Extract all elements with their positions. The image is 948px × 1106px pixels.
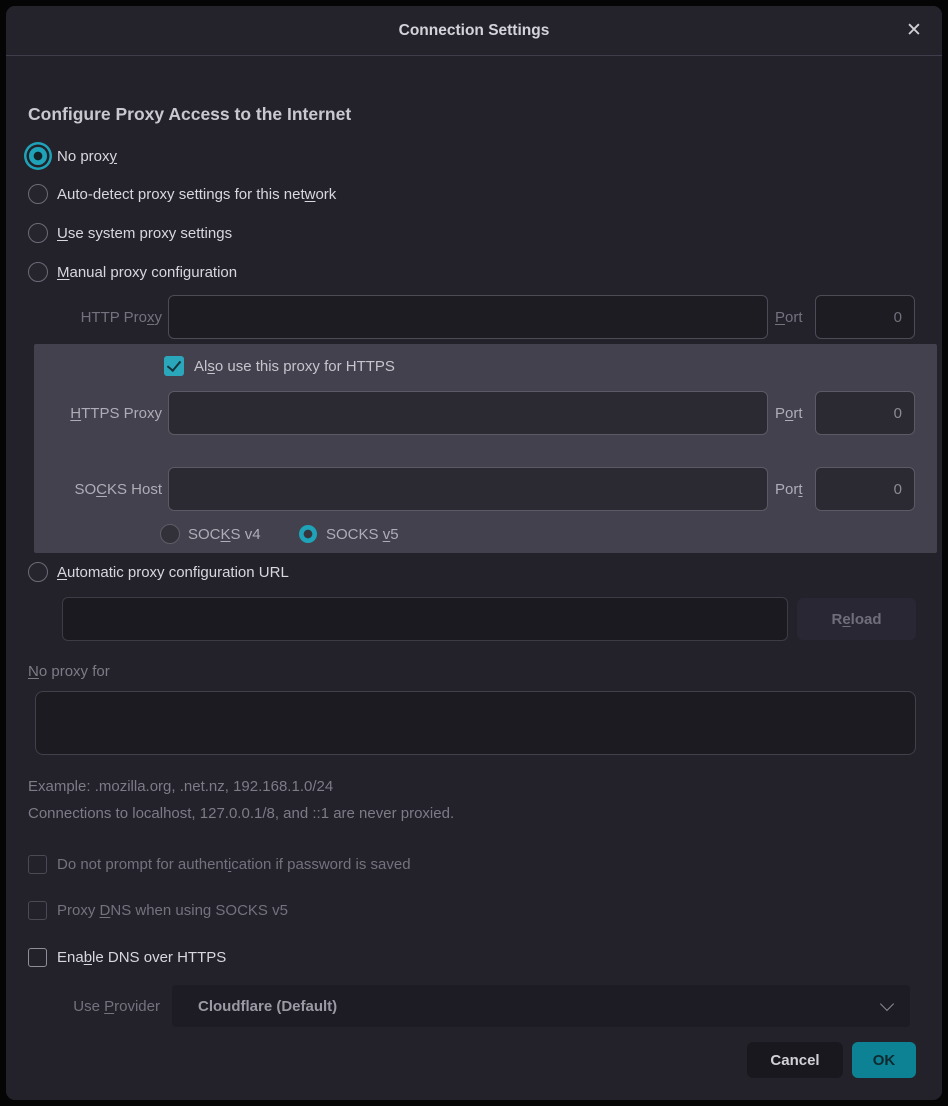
dialog-title: Connection Settings [6, 6, 942, 56]
radio-socks-v5: SOCKS v5 [298, 522, 399, 546]
radio-icon[interactable] [28, 562, 48, 582]
radio-socks-v4: SOCKS v4 [160, 522, 261, 546]
reload-button: Reload [797, 598, 916, 640]
page-title: Configure Proxy Access to the Internet [28, 104, 351, 125]
checkbox-icon [28, 901, 47, 920]
https-proxy-label: HTTPS Proxy [6, 405, 162, 422]
ok-button[interactable]: OK [852, 1042, 916, 1078]
checkbox-enable-doh[interactable]: Enable DNS over HTTPS [28, 945, 226, 969]
socks-host-input [168, 467, 768, 511]
proxy-url-input [62, 597, 788, 641]
checkbox-icon [28, 855, 47, 874]
radio-label: SOCKS v5 [326, 526, 399, 543]
https-proxy-input [168, 391, 768, 435]
connection-settings-dialog: Connection Settings ✕ Configure Proxy Ac… [6, 6, 942, 1100]
no-proxy-note-text: Connections to localhost, 127.0.0.1/8, a… [28, 805, 454, 822]
checkbox-icon[interactable] [28, 948, 47, 967]
close-icon[interactable]: ✕ [900, 17, 928, 45]
doh-provider-value: Cloudflare (Default) [198, 998, 882, 1015]
screenshot-root: Connection Settings ✕ Configure Proxy Ac… [0, 0, 948, 1106]
https-port-input [815, 391, 915, 435]
http-port-label: Port [775, 309, 803, 326]
dialog-header: Connection Settings ✕ [6, 6, 942, 56]
radio-system-proxy[interactable]: Use system proxy settings [28, 221, 232, 245]
checkbox-label: Enable DNS over HTTPS [57, 949, 226, 966]
checkbox-label: Proxy DNS when using SOCKS v5 [57, 902, 288, 919]
radio-label: Automatic proxy configuration URL [57, 564, 289, 581]
radio-manual-proxy[interactable]: Manual proxy configuration [28, 260, 237, 284]
radio-selected-icon[interactable] [29, 147, 47, 165]
checkbox-also-use-https: Also use this proxy for HTTPS [164, 354, 395, 378]
radio-label: Auto-detect proxy settings for this netw… [57, 186, 336, 203]
http-proxy-label: HTTP Proxy [6, 309, 162, 326]
no-proxy-example-text: Example: .mozilla.org, .net.nz, 192.168.… [28, 778, 333, 795]
checkbox-checked-icon [164, 356, 184, 376]
radio-auto-detect[interactable]: Auto-detect proxy settings for this netw… [28, 182, 336, 206]
checkbox-label: Do not prompt for authentication if pass… [57, 856, 411, 873]
checkbox-proxy-dns-socks5: Proxy DNS when using SOCKS v5 [28, 898, 288, 922]
doh-provider-dropdown: Cloudflare (Default) [172, 985, 910, 1027]
radio-label: Use system proxy settings [57, 225, 232, 242]
https-port-label: Port [775, 405, 803, 422]
radio-label: No proxy [57, 148, 117, 165]
radio-label: Manual proxy configuration [57, 264, 237, 281]
radio-icon[interactable] [28, 184, 48, 204]
radio-icon[interactable] [28, 262, 48, 282]
radio-icon[interactable] [28, 223, 48, 243]
socks-port-label: Port [775, 481, 803, 498]
checkbox-label: Also use this proxy for HTTPS [194, 358, 395, 375]
socks-port-input [815, 467, 915, 511]
radio-no-proxy[interactable]: No proxy [28, 144, 117, 168]
radio-selected-icon [299, 525, 317, 543]
use-provider-label: Use Provider [6, 998, 160, 1015]
checkbox-no-auth-prompt: Do not prompt for authentication if pass… [28, 852, 411, 876]
radio-label: SOCKS v4 [188, 526, 261, 543]
http-proxy-input [168, 295, 768, 339]
no-proxy-for-label: No proxy for [28, 663, 110, 680]
chevron-down-icon [880, 996, 894, 1010]
cancel-button[interactable]: Cancel [747, 1042, 843, 1078]
radio-automatic-proxy-url[interactable]: Automatic proxy configuration URL [28, 560, 289, 584]
socks-host-label: SOCKS Host [6, 481, 162, 498]
no-proxy-for-textarea [35, 691, 916, 755]
http-port-input [815, 295, 915, 339]
radio-icon [160, 524, 180, 544]
